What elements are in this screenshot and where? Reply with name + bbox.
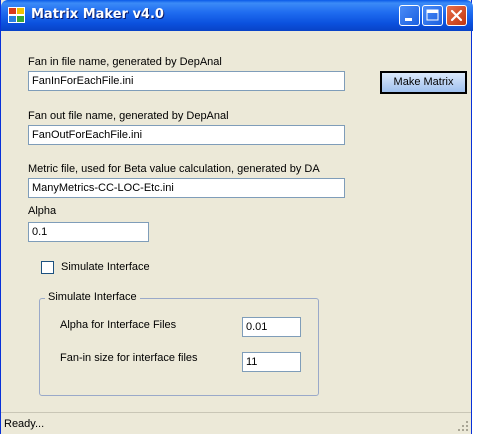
resize-grip-icon[interactable]	[457, 420, 469, 432]
fan-out-file-input[interactable]	[28, 125, 345, 145]
fanin-interface-input[interactable]	[242, 352, 301, 372]
maximize-icon	[426, 9, 439, 21]
window-title: Matrix Maker v4.0	[31, 7, 164, 22]
metric-file-label: Metric file, used for Beta value calcula…	[28, 163, 320, 175]
maximize-button[interactable]	[422, 5, 443, 26]
alpha-interface-label: Alpha for Interface Files	[60, 319, 177, 331]
alpha-interface-input[interactable]	[242, 317, 301, 337]
fan-in-label: Fan in file name, generated by DepAnal	[28, 56, 222, 68]
alpha-label: Alpha	[28, 205, 57, 217]
status-text: Ready...	[4, 418, 45, 430]
title-bar[interactable]: Matrix Maker v4.0	[1, 0, 473, 31]
fan-in-file-input[interactable]	[28, 71, 345, 91]
alpha-input[interactable]	[28, 222, 149, 242]
main-window: Matrix Maker v4.0 Fan in file name, gene…	[0, 0, 473, 434]
metric-file-input[interactable]	[28, 178, 345, 198]
simulate-interface-group	[39, 298, 319, 396]
make-matrix-button[interactable]: Make Matrix	[380, 71, 467, 94]
close-icon	[450, 9, 463, 22]
minimize-icon	[405, 18, 412, 21]
app-icon	[8, 7, 25, 23]
simulate-interface-checkbox-label[interactable]: Simulate Interface	[61, 261, 150, 273]
simulate-interface-checkbox[interactable]	[41, 261, 54, 274]
minimize-button[interactable]	[399, 5, 420, 26]
status-bar: Ready...	[1, 412, 471, 434]
close-button[interactable]	[446, 5, 467, 26]
simulate-interface-group-legend: Simulate Interface	[45, 291, 140, 303]
fan-out-label: Fan out file name, generated by DepAnal	[28, 110, 229, 122]
fanin-interface-label: Fan-in size for interface files	[60, 352, 198, 364]
